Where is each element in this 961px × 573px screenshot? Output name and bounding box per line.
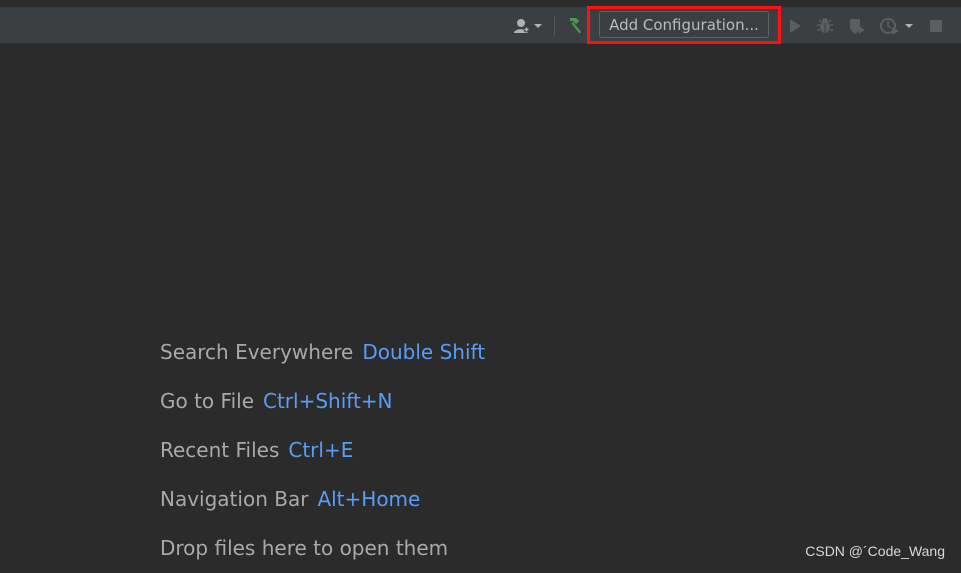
chevron-down-icon: [534, 24, 542, 28]
profile-run-icon: [880, 18, 899, 35]
debug-button[interactable]: [814, 15, 836, 37]
main-toolbar: Add Configuration...: [0, 8, 961, 44]
hint-label: Search Everywhere: [160, 340, 354, 364]
toolbar-separator: [554, 15, 555, 37]
hint-search-everywhere: Search Everywhere Double Shift: [160, 340, 485, 364]
shield-run-icon: [850, 19, 865, 34]
hint-recent-files: Recent Files Ctrl+E: [160, 438, 353, 462]
user-icon: [514, 19, 530, 33]
hint-shortcut: Double Shift: [362, 340, 486, 364]
profile-button[interactable]: [876, 15, 918, 37]
build-button[interactable]: [562, 15, 586, 37]
hint-label: Navigation Bar: [160, 487, 309, 511]
hint-label: Drop files here to open them: [160, 536, 449, 560]
highlight-box: [587, 6, 781, 44]
hint-shortcut: Ctrl+Shift+N: [263, 389, 393, 413]
hint-label: Recent Files: [160, 438, 280, 462]
hint-drop-files: Drop files here to open them: [160, 536, 448, 560]
hint-shortcut: Alt+Home: [317, 487, 421, 511]
bug-icon: [817, 18, 833, 33]
hint-navigation-bar: Navigation Bar Alt+Home: [160, 487, 420, 511]
stop-button[interactable]: [926, 15, 946, 37]
hint-go-to-file: Go to File Ctrl+Shift+N: [160, 389, 393, 413]
hint-label: Go to File: [160, 389, 254, 413]
play-icon: [790, 19, 801, 33]
hammer-icon: [570, 18, 581, 34]
run-button[interactable]: [785, 15, 805, 37]
chevron-down-icon: [905, 24, 913, 28]
user-account-button[interactable]: [510, 15, 546, 37]
coverage-button[interactable]: [846, 15, 868, 37]
watermark: CSDN @´Code_Wang: [805, 543, 945, 559]
top-border: [0, 0, 961, 8]
stop-icon: [930, 20, 942, 32]
hint-shortcut: Ctrl+E: [288, 438, 354, 462]
